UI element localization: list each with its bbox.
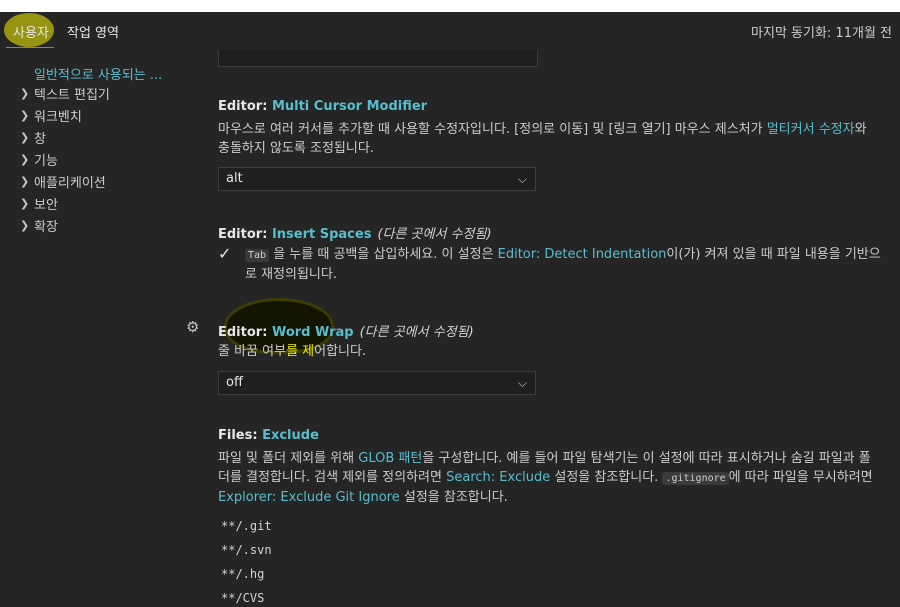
tab-user[interactable]: 사용자 — [13, 22, 49, 41]
exclude-pattern-item[interactable]: **/.git — [221, 519, 272, 533]
tab-user-active-indicator — [6, 47, 54, 48]
detect-indentation-link[interactable]: Editor: Detect Indentation — [498, 247, 667, 262]
multi-cursor-link[interactable]: 멀티커서 수정자 — [767, 122, 855, 137]
setting-name: Exclude — [262, 428, 319, 443]
toc-item-label: 확장 — [34, 219, 58, 235]
setting-description-insert-spaces: Tab 을 누를 때 공백을 삽입하세요. 이 설정은 Editor: Dete… — [245, 245, 883, 284]
toc-item-label: 보안 — [34, 197, 58, 213]
modified-elsewhere-label[interactable]: (다른 곳에서 수정됨) — [377, 227, 491, 242]
select-value: alt — [226, 171, 243, 186]
toc-item-label: 워크벤치 — [34, 109, 82, 125]
toc-item-label: 애플리케이션 — [34, 175, 106, 191]
setting-name: Multi Cursor Modifier — [271, 99, 428, 114]
setting-description-multi-cursor: 마우스로 여러 커서를 추가할 때 사용할 수정자입니다. [정의로 이동] 및… — [218, 120, 880, 158]
chevron-right-icon: ❯ — [20, 174, 30, 188]
toc-item-extensions[interactable]: ❯ 확장 — [20, 215, 58, 235]
chevron-right-icon: ❯ — [20, 130, 30, 144]
chevron-down-icon: ⌵ — [517, 172, 527, 186]
setting-description-word-wrap: 줄 바꿈 여부를 제어합니다. — [218, 342, 880, 361]
setting-title-files-exclude: Files: Exclude — [218, 428, 319, 443]
setting-title-word-wrap: Editor: Word Wrap (다른 곳에서 수정됨) — [218, 321, 474, 340]
glob-pattern-link[interactable]: GLOB 패턴 — [358, 451, 422, 466]
desc-text: 어합니다. — [314, 344, 367, 359]
modified-elsewhere-label[interactable]: (다른 곳에서 수정됨) — [360, 325, 474, 340]
gitignore-code: .gitignore — [662, 472, 729, 485]
previous-setting-input[interactable] — [218, 50, 538, 67]
setting-title-insert-spaces: Editor: Insert Spaces (다른 곳에서 수정됨) — [218, 223, 492, 242]
tab-workspace[interactable]: 작업 영역 — [67, 22, 119, 41]
toc-item-window[interactable]: ❯ 창 — [20, 127, 46, 147]
setting-name: Insert Spaces — [271, 227, 372, 242]
desc-text: 마우스로 여러 커서를 추가할 때 사용할 수정자입니다. [정의로 이동] 및… — [218, 122, 767, 137]
exclude-pattern-item[interactable]: **/CVS — [221, 591, 264, 605]
chevron-right-icon: ❯ — [20, 196, 30, 210]
insert-spaces-checkbox[interactable]: ✓ — [218, 245, 236, 263]
setting-description-files-exclude: 파일 및 폴더 제외를 위해 GLOB 패턴을 구성합니다. 예를 들어 파일 … — [218, 449, 880, 507]
chevron-down-icon: ⌵ — [517, 376, 527, 390]
setting-name: Word Wrap — [271, 325, 354, 340]
word-wrap-select[interactable]: off ⌵ — [218, 371, 536, 395]
toc-item-features[interactable]: ❯ 기능 — [20, 149, 58, 169]
toc-item-application[interactable]: ❯ 애플리케이션 — [20, 171, 106, 191]
setting-title-multi-cursor: Editor: Multi Cursor Modifier — [218, 99, 427, 114]
toc-item-workbench[interactable]: ❯ 워크벤치 — [20, 105, 82, 125]
toc-item-security[interactable]: ❯ 보안 — [20, 193, 58, 213]
settings-editor: 사용자 작업 영역 마지막 동기화: 11개월 전 일반적으로 사용되는 ...… — [0, 12, 900, 607]
setting-category: Files: — [218, 428, 263, 443]
setting-category: Editor: — [218, 325, 272, 340]
toc-item-label: 창 — [34, 131, 46, 147]
toc-item-text-editor[interactable]: ❯ 텍스트 편집기 — [20, 83, 110, 103]
exclude-pattern-item[interactable]: **/.hg — [221, 567, 264, 581]
tab-key-code: Tab — [245, 249, 270, 262]
exclude-pattern-item[interactable]: **/.svn — [221, 543, 272, 557]
sync-status: 마지막 동기화: 11개월 전 — [751, 26, 892, 41]
toc-item-commonly-used[interactable]: 일반적으로 사용되는 ... — [34, 64, 162, 83]
settings-scope-tabs: 사용자 작업 영역 마지막 동기화: 11개월 전 — [0, 12, 900, 50]
toc-item-label: 기능 — [34, 153, 58, 169]
chevron-right-icon: ❯ — [20, 108, 30, 122]
multi-cursor-select[interactable]: alt ⌵ — [218, 167, 536, 191]
desc-text: 에 따라 파일을 무시하려면 — [728, 470, 873, 485]
desc-text: 설정을 참조합니다. — [399, 490, 508, 505]
exclude-git-ignore-link[interactable]: Explorer: Exclude Git Ignore — [218, 490, 400, 505]
desc-text: 줄 바꿈 여부 — [218, 344, 287, 359]
chevron-right-icon: ❯ — [20, 218, 30, 232]
desc-text: 파일 및 폴더 제외를 위해 — [218, 451, 359, 466]
setting-category: Editor: — [218, 99, 272, 114]
gear-icon[interactable]: ⚙ — [186, 318, 199, 336]
desc-text: 을 누를 때 공백을 삽입하세요. 이 설정은 — [273, 247, 498, 262]
chevron-right-icon: ❯ — [20, 86, 30, 100]
chevron-right-icon: ❯ — [20, 152, 30, 166]
desc-text: 설정을 참조합니다. — [550, 470, 663, 485]
toc-item-label: 텍스트 편집기 — [34, 87, 110, 103]
check-icon: ✓ — [218, 244, 232, 263]
select-value: off — [226, 375, 243, 390]
search-exclude-link[interactable]: Search: Exclude — [446, 470, 550, 485]
setting-category: Editor: — [218, 227, 272, 242]
desc-text-highlighted: 를 제 — [286, 344, 315, 359]
